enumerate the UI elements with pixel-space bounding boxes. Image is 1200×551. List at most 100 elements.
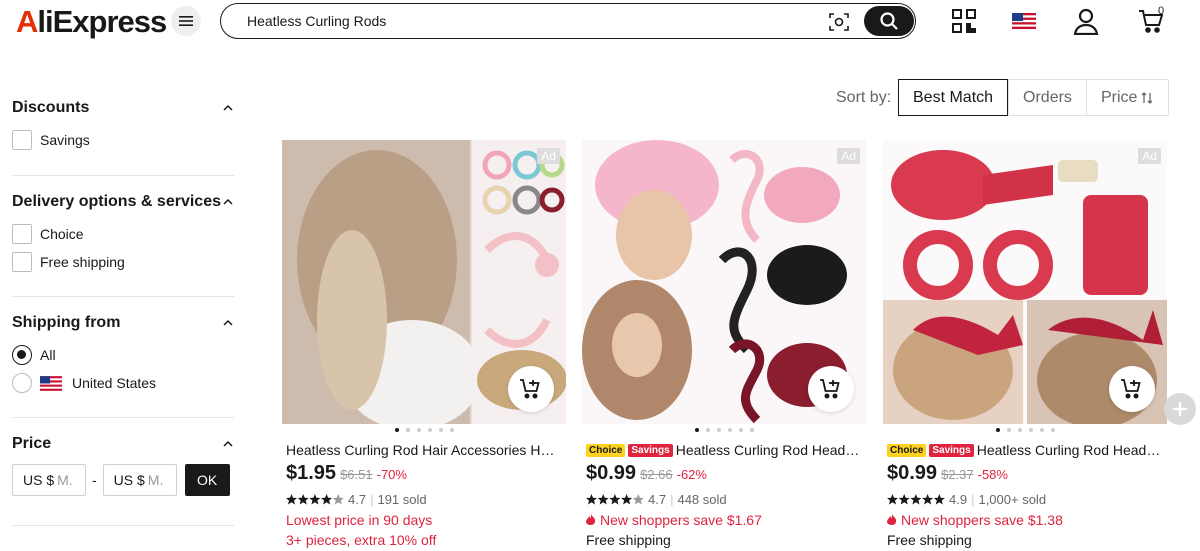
product-card[interactable]: Ad Choice Savings Heatless Curling Rod H… (582, 140, 866, 551)
rating-line: 4.9 | 1,000+ sold (887, 492, 1046, 507)
sort-price-label: Price (1100, 88, 1138, 106)
sold-count: 1,000+ sold (978, 492, 1047, 507)
sort-orders[interactable]: Orders (1008, 80, 1086, 115)
current-price: $0.99 (586, 462, 637, 484)
qr-code-button[interactable] (949, 6, 979, 36)
savings-badge: Savings (628, 443, 673, 457)
chevron-up-icon (223, 104, 233, 111)
choice-filter[interactable]: Choice (12, 220, 234, 248)
price-header[interactable]: Price (12, 432, 234, 456)
aliexpress-logo[interactable]: AliExpress (16, 4, 167, 40)
rating-value: 4.7 (348, 492, 367, 507)
carousel-dot[interactable] (1017, 428, 1022, 432)
original-price: $2.66 (640, 467, 673, 482)
rating-line: 4.7 | 191 sold (286, 492, 427, 507)
carousel-dot[interactable] (1028, 428, 1033, 432)
divider: | (971, 492, 975, 507)
price-section: Price US $ M. - US $ M. OK (12, 418, 234, 526)
price-range-row: US $ M. - US $ M. OK (12, 464, 234, 496)
max-price-prefix: US $ (113, 472, 145, 488)
carousel-dot[interactable] (438, 428, 443, 432)
carousel-dot[interactable] (995, 428, 1000, 432)
sold-count: 191 sold (377, 492, 427, 507)
rating-value: 4.7 (648, 492, 667, 507)
carousel-dot[interactable] (738, 428, 743, 432)
region-flag-button[interactable] (1009, 6, 1039, 36)
product-image[interactable]: Ad (282, 140, 566, 424)
max-price-input[interactable]: US $ M. (102, 464, 177, 496)
carousel-dot[interactable] (749, 428, 754, 432)
delivery-section: Delivery options & services Choice Free … (12, 176, 234, 297)
add-to-cart-icon (1121, 379, 1141, 399)
ship-from-all-option[interactable]: All (12, 341, 234, 369)
price-title: Price (12, 435, 52, 452)
carousel-dot[interactable] (1006, 428, 1011, 432)
floating-plus-button[interactable] (1164, 393, 1196, 425)
shipping-info: Free shipping (586, 532, 671, 548)
promo-bulk-discount: 3+ pieces, extra 10% off (286, 532, 436, 548)
choice-checkbox[interactable] (12, 224, 32, 244)
product-title[interactable]: Choice Savings Heatless Curling Rod Head… (586, 440, 862, 460)
product-title[interactable]: Heatless Curling Rod Hair Accessories Ha… (286, 440, 562, 460)
search-icon (880, 12, 898, 30)
carousel-dot[interactable] (1050, 428, 1055, 432)
product-card[interactable]: Ad Choice Savings Heatless Curling Rod H… (883, 140, 1167, 551)
delivery-header[interactable]: Delivery options & services (12, 190, 234, 214)
discounts-section: Discounts Savings (12, 82, 234, 176)
add-to-cart-button[interactable] (1109, 366, 1155, 412)
product-image[interactable]: Ad (582, 140, 866, 424)
carousel-dot[interactable] (427, 428, 432, 432)
divider: | (670, 492, 674, 507)
sort-best-match[interactable]: Best Match (898, 79, 1009, 116)
carousel-dot[interactable] (1039, 428, 1044, 432)
image-carousel-dots (282, 428, 566, 432)
qr-code-icon (952, 9, 976, 33)
current-price: $1.95 (286, 462, 337, 484)
add-to-cart-button[interactable] (508, 366, 554, 412)
carousel-dot[interactable] (727, 428, 732, 432)
carousel-dot[interactable] (449, 428, 454, 432)
united-states-label: United States (72, 375, 157, 391)
filter-sidebar: Discounts Savings Delivery options & ser… (12, 82, 234, 526)
price-ok-button[interactable]: OK (184, 464, 230, 496)
all-radio[interactable] (12, 345, 32, 365)
carousel-dot[interactable] (405, 428, 410, 432)
menu-button[interactable] (171, 6, 201, 36)
search-input[interactable] (247, 11, 807, 31)
carousel-dot[interactable] (694, 428, 699, 432)
add-to-cart-icon (820, 379, 840, 399)
shipping-from-header[interactable]: Shipping from (12, 311, 234, 335)
promo-text: New shoppers save $1.67 (600, 512, 762, 528)
search-button[interactable] (864, 6, 914, 36)
ship-from-us-option[interactable]: United States (12, 369, 234, 397)
discounts-header[interactable]: Discounts (12, 96, 234, 120)
product-card[interactable]: Ad Heatless Curling Rod Hair Accessories… (282, 140, 566, 551)
savings-label: Savings (40, 132, 90, 148)
add-to-cart-button[interactable] (808, 366, 854, 412)
product-title[interactable]: Choice Savings Heatless Curling Rod Head… (887, 440, 1163, 460)
carousel-dot[interactable] (394, 428, 399, 432)
choice-badge: Choice (586, 443, 626, 457)
savings-filter[interactable]: Savings (12, 126, 234, 154)
min-price-input[interactable]: US $ M. (12, 464, 86, 496)
sort-price[interactable]: Price (1085, 80, 1168, 115)
divider: | (370, 492, 374, 507)
carousel-dot[interactable] (716, 428, 721, 432)
carousel-dot[interactable] (705, 428, 710, 432)
united-states-radio[interactable] (12, 373, 32, 393)
product-image[interactable]: Ad (883, 140, 1167, 424)
price-range-dash: - (92, 472, 97, 488)
free-shipping-checkbox[interactable] (12, 252, 32, 272)
image-search-button[interactable] (827, 10, 851, 34)
savings-checkbox[interactable] (12, 130, 32, 150)
account-button[interactable] (1071, 6, 1101, 36)
shipping-from-title: Shipping from (12, 314, 121, 331)
image-carousel-dots (883, 428, 1167, 432)
discount-percent: -62% (676, 467, 707, 482)
free-shipping-filter[interactable]: Free shipping (12, 248, 234, 276)
ad-badge: Ad (537, 148, 560, 164)
carousel-dot[interactable] (416, 428, 421, 432)
promo-lowest-price: Lowest price in 90 days (286, 512, 432, 528)
sort-arrows-icon (1141, 91, 1153, 104)
all-label: All (40, 347, 56, 363)
